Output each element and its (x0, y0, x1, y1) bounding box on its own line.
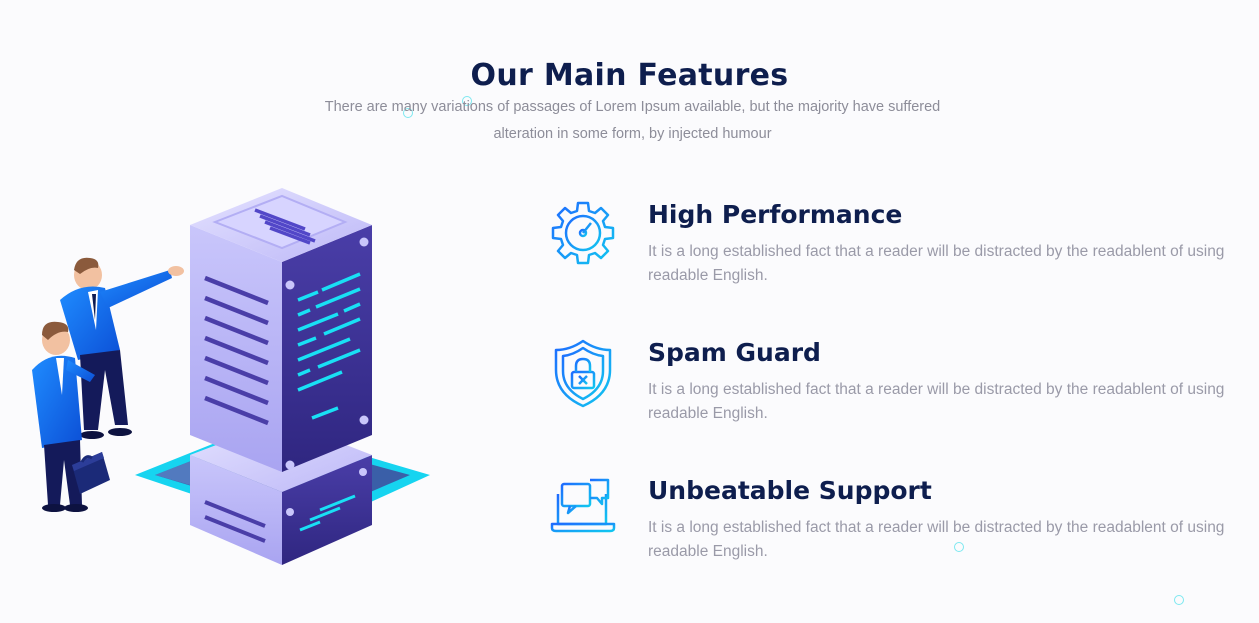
feature-title: Spam Guard (648, 338, 821, 367)
gear-speedometer-icon (548, 200, 618, 270)
feature-description: It is a long established fact that a rea… (648, 519, 1225, 560)
feature-description: It is a long established fact that a rea… (648, 381, 1225, 422)
feature-unbeatable-support: Unbeatable Support It is a long establis… (548, 476, 1228, 586)
decorative-dot (1174, 595, 1184, 605)
laptop-chat-icon (548, 476, 618, 546)
feature-title: High Performance (648, 200, 903, 229)
shield-lock-icon (548, 338, 618, 408)
feature-description: It is a long established fact that a rea… (648, 243, 1225, 284)
server-illustration (20, 170, 440, 570)
feature-spam-guard: Spam Guard It is a long established fact… (548, 338, 1228, 448)
section-subtitle: There are many variations of passages of… (324, 99, 941, 142)
feature-title: Unbeatable Support (648, 476, 932, 505)
section-title: Our Main Features (470, 58, 789, 94)
feature-high-performance: High Performance It is a long establishe… (548, 200, 1228, 310)
